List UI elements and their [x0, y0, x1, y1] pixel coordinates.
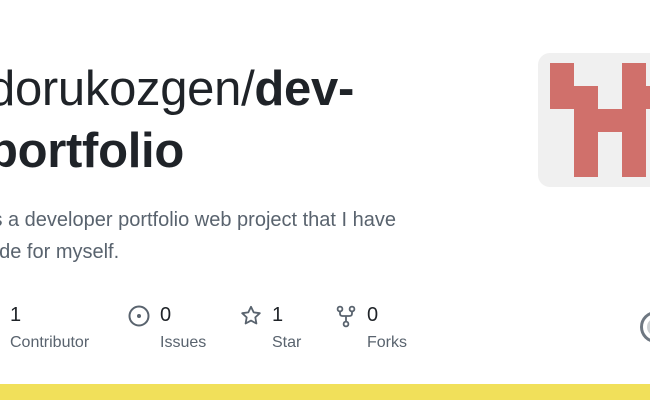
description-line-1: is a developer portfolio web project tha… [0, 209, 397, 231]
repository-name-part1[interactable]: dev- [254, 62, 354, 116]
issue-opened-icon [128, 305, 150, 327]
stars-count: 1 [272, 304, 284, 326]
issues-label: Issues [160, 334, 207, 351]
language-bar [0, 384, 650, 400]
repository-social-card: dorukozgen/dev- portfolio is a developer… [0, 0, 650, 400]
github-logo-icon [640, 312, 650, 342]
contributors-count: 1 [10, 304, 22, 326]
issues-count: 0 [160, 304, 172, 326]
owner-avatar[interactable] [538, 53, 650, 187]
repository-name-part2[interactable]: portfolio [0, 124, 184, 178]
forks-count: 0 [367, 304, 379, 326]
stars-label: Star [272, 334, 302, 351]
repo-forked-icon [336, 305, 356, 328]
description-line-2: ade for myself. [0, 241, 120, 263]
forks-label: Forks [367, 334, 407, 351]
star-icon [241, 305, 261, 325]
repository-title: dorukozgen/dev- portfolio [0, 58, 508, 182]
repository-owner[interactable]: dorukozgen/ [0, 62, 255, 116]
contributors-label: Contributor [10, 334, 90, 351]
repository-description: is a developer portfolio web project tha… [0, 204, 468, 268]
identicon-avatar [550, 63, 650, 177]
